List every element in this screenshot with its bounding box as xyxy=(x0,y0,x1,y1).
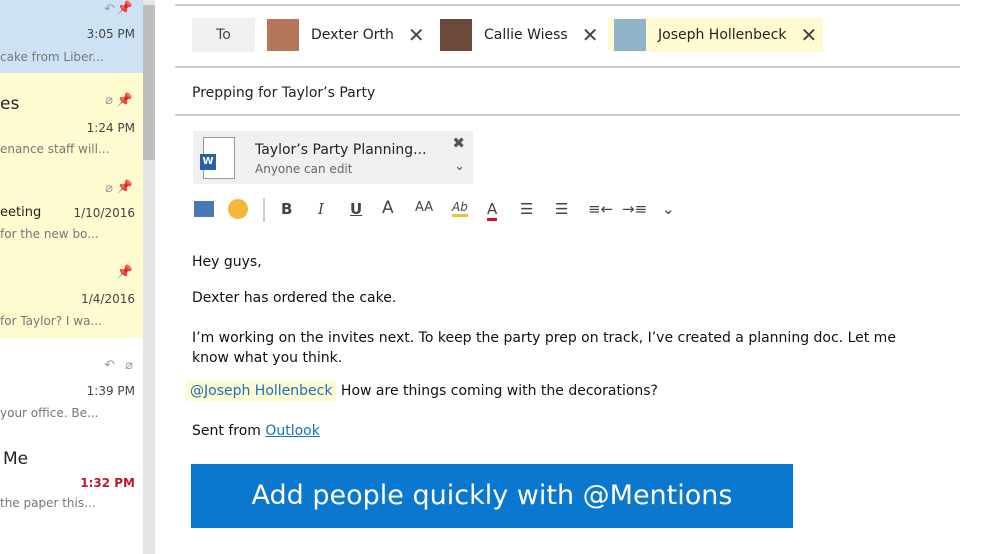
body-greeting: Hey guys, xyxy=(192,254,262,270)
attachment-icon: ⌀ xyxy=(125,358,133,373)
shrink-font-button[interactable]: AA xyxy=(415,200,433,215)
body-mention-line: @Joseph Hollenbeck How are things coming… xyxy=(186,381,658,401)
outlook-link[interactable]: Outlook xyxy=(265,423,320,439)
signature: Sent from Outlook xyxy=(192,423,320,439)
bold-button[interactable]: B xyxy=(281,200,292,218)
underline-button[interactable]: U xyxy=(350,200,362,218)
message-item[interactable]: ↶ ⌀ 1:39 PM your office. Be... xyxy=(0,338,143,428)
close-icon[interactable]: ✖ xyxy=(452,134,465,152)
divider xyxy=(263,198,265,222)
message-item[interactable]: ↶ 📌 3:05 PM cake from Liber... xyxy=(0,0,143,73)
message-item[interactable]: 📌 1/4/2016 for Taylor? I wa... xyxy=(0,253,143,338)
recipient-chip[interactable]: Callie Wiess ✕ xyxy=(440,18,598,52)
word-doc-icon: W xyxy=(200,137,235,179)
attachment-icon: ⌀ xyxy=(105,181,113,196)
increase-indent-icon[interactable]: →≡ xyxy=(622,200,647,218)
pin-icon[interactable]: 📌 xyxy=(117,93,133,108)
attachment-icon: ⌀ xyxy=(105,93,113,108)
message-list: ↶ 📌 3:05 PM cake from Liber... es ⌀ 📌 1:… xyxy=(0,0,143,554)
recipient-chip[interactable]: Dexter Orth ✕ xyxy=(267,18,425,52)
font-color-button[interactable]: A xyxy=(487,200,498,221)
chevron-down-icon[interactable]: ⌄ xyxy=(454,159,465,174)
decrease-indent-icon[interactable]: ≡← xyxy=(588,200,613,218)
close-icon[interactable]: ✕ xyxy=(408,23,425,47)
mention[interactable]: @Joseph Hollenbeck xyxy=(186,381,337,401)
body-line: Dexter has ordered the cake. xyxy=(192,290,397,306)
reply-icon: ↶ xyxy=(104,2,115,17)
subject-field[interactable]: Prepping for Taylor’s Party xyxy=(192,85,375,101)
message-item[interactable]: es ⌀ 📌 1:24 PM enance staff will... xyxy=(0,73,143,163)
to-button[interactable]: To xyxy=(192,18,255,52)
insert-picture-icon[interactable] xyxy=(194,201,214,217)
italic-button[interactable]: I xyxy=(318,200,324,218)
emoji-icon[interactable] xyxy=(228,199,248,219)
avatar xyxy=(614,19,646,51)
pin-icon[interactable]: 📌 xyxy=(117,180,133,195)
message-item[interactable]: Me 1:32 PM the paper this... xyxy=(0,428,143,518)
scrollbar-thumb[interactable] xyxy=(143,5,155,160)
close-icon[interactable]: ✕ xyxy=(582,23,599,47)
avatar xyxy=(440,19,472,51)
grow-font-button[interactable]: A xyxy=(382,198,394,218)
close-icon[interactable]: ✕ xyxy=(800,23,817,47)
chevron-down-icon[interactable]: ⌄ xyxy=(662,200,675,218)
highlight-button[interactable]: Ab xyxy=(452,200,468,217)
attachment-permission: Anyone can edit xyxy=(255,162,353,176)
divider xyxy=(175,114,960,116)
numbering-icon[interactable]: ☰ xyxy=(555,200,568,218)
body-line: I’m working on the invites next. To keep… xyxy=(192,330,896,366)
avatar xyxy=(267,19,299,51)
bullets-icon[interactable]: ☰ xyxy=(520,200,533,218)
divider xyxy=(175,4,960,6)
message-item[interactable]: ⌀ 📌 eeting 1/10/2016 for the new bo... xyxy=(0,163,143,253)
reply-icon: ↶ xyxy=(104,358,115,373)
pin-icon[interactable]: 📌 xyxy=(117,265,133,280)
recipient-chip[interactable]: Joseph Hollenbeck ✕ xyxy=(608,18,824,52)
caption-banner: Add people quickly with @Mentions xyxy=(191,464,793,528)
attachment-name: Taylor’s Party Planning... xyxy=(255,142,427,158)
attachment-card[interactable]: W Taylor’s Party Planning... Anyone can … xyxy=(193,131,473,184)
pin-icon[interactable]: 📌 xyxy=(117,1,133,16)
divider xyxy=(175,66,960,68)
